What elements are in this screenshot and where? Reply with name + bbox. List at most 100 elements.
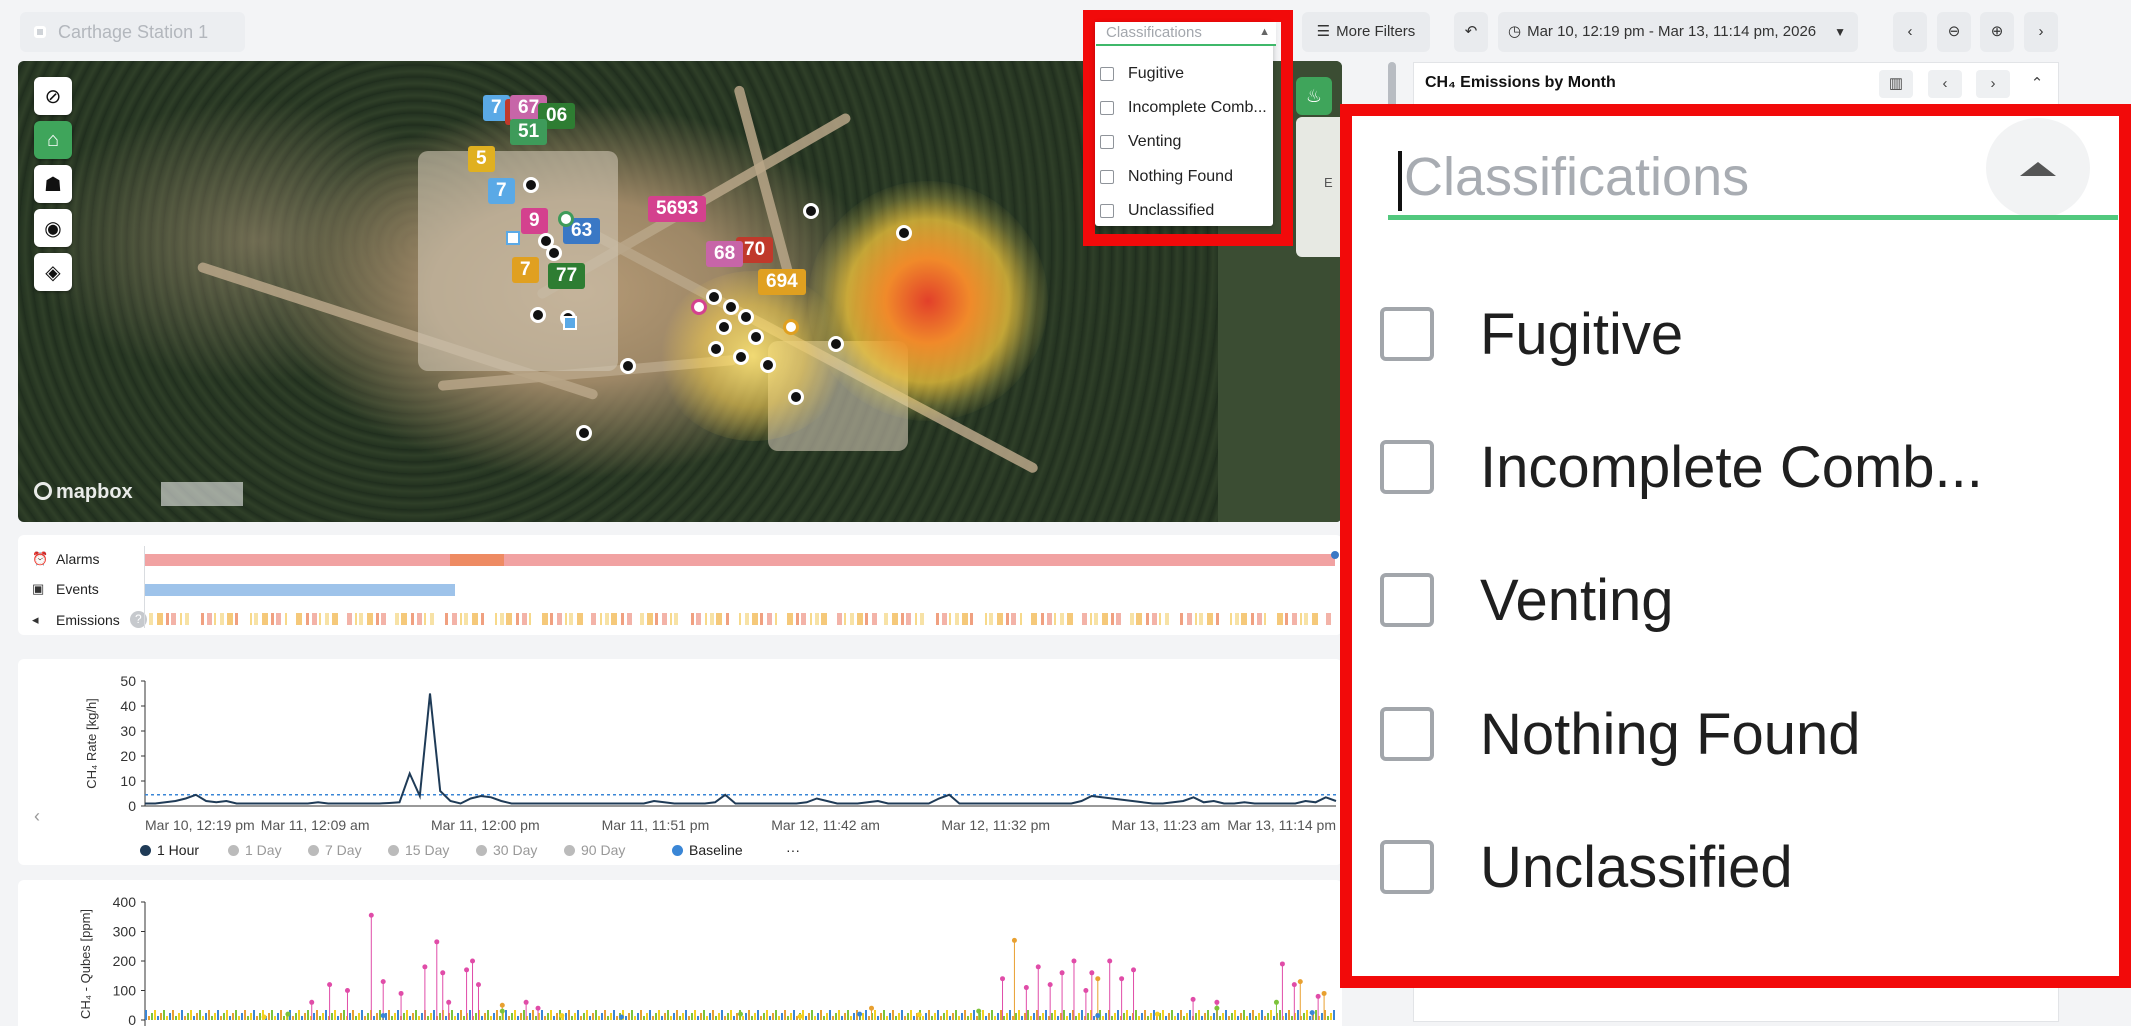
legend-item[interactable]: 1 Hour bbox=[140, 842, 199, 858]
emission-tick[interactable] bbox=[214, 613, 216, 625]
emission-tick[interactable] bbox=[1047, 613, 1052, 625]
ppm-point[interactable] bbox=[1095, 1013, 1101, 1019]
ppm-point[interactable] bbox=[368, 912, 374, 918]
emission-tick[interactable] bbox=[201, 613, 204, 625]
map-tag[interactable]: 5693 bbox=[648, 196, 707, 222]
sensor-marker[interactable] bbox=[723, 299, 739, 315]
bar-chart-button[interactable]: ▥ bbox=[1879, 70, 1913, 98]
emission-tick[interactable] bbox=[1111, 613, 1114, 625]
emission-tick[interactable] bbox=[359, 613, 363, 625]
timeline-cursor[interactable] bbox=[1331, 551, 1339, 559]
prev-range-button[interactable]: ‹ bbox=[1893, 12, 1927, 52]
ppm-point[interactable] bbox=[1095, 976, 1101, 982]
sensor-square-marker[interactable] bbox=[563, 316, 577, 330]
ppm-point[interactable] bbox=[1279, 961, 1285, 967]
ppm-point[interactable] bbox=[1059, 970, 1065, 976]
emission-tick[interactable] bbox=[227, 613, 233, 625]
ppm-point[interactable] bbox=[398, 990, 404, 996]
ppm-point[interactable] bbox=[1315, 993, 1321, 999]
legend-item[interactable]: 15 Day bbox=[388, 842, 449, 858]
emission-tick[interactable] bbox=[647, 613, 653, 625]
checkbox[interactable] bbox=[1100, 135, 1114, 149]
emission-tick[interactable] bbox=[716, 613, 722, 625]
emission-tick[interactable] bbox=[739, 613, 741, 625]
next-range-button[interactable]: › bbox=[2024, 12, 2058, 52]
legend-item[interactable]: 1 Day bbox=[228, 842, 282, 858]
emission-tick[interactable] bbox=[936, 613, 939, 625]
emission-tick[interactable] bbox=[319, 613, 321, 625]
emission-tick[interactable] bbox=[705, 613, 707, 625]
emission-tick[interactable] bbox=[452, 613, 457, 625]
ppm-point[interactable] bbox=[1047, 982, 1053, 988]
emission-tick[interactable] bbox=[1326, 613, 1331, 625]
ppm-point[interactable] bbox=[1214, 999, 1220, 1005]
ppm-point[interactable] bbox=[446, 999, 452, 1005]
ppm-point[interactable] bbox=[380, 979, 386, 985]
emission-tick[interactable] bbox=[1031, 613, 1037, 625]
emission-tick[interactable] bbox=[171, 613, 176, 625]
panel-next-button[interactable]: › bbox=[1976, 70, 2010, 98]
ppm-point[interactable] bbox=[1083, 988, 1089, 993]
sensor-marker[interactable] bbox=[760, 357, 776, 373]
emission-tick[interactable] bbox=[376, 613, 379, 625]
sensor-marker[interactable] bbox=[523, 177, 539, 193]
legend-item[interactable]: 90 Day bbox=[564, 842, 625, 858]
ppm-point[interactable] bbox=[1011, 937, 1017, 943]
ppm-point[interactable] bbox=[309, 999, 315, 1005]
emission-tick[interactable] bbox=[481, 613, 484, 625]
emission-tick[interactable] bbox=[844, 613, 846, 625]
emission-tick[interactable] bbox=[1020, 613, 1022, 625]
ppm-point[interactable] bbox=[1023, 985, 1029, 991]
emission-tick[interactable] bbox=[565, 613, 567, 625]
site-selector-tab[interactable]: Carthage Station 1 bbox=[20, 12, 245, 52]
zoomed-classification-option[interactable]: Venting bbox=[1380, 550, 2120, 650]
emission-tick[interactable] bbox=[355, 613, 357, 625]
ppm-point[interactable] bbox=[499, 1002, 505, 1008]
emission-tick[interactable] bbox=[306, 613, 309, 625]
emission-tick[interactable] bbox=[254, 613, 258, 625]
checkbox[interactable] bbox=[1100, 101, 1114, 115]
map-tag[interactable]: 68 bbox=[706, 241, 744, 267]
zoomed-classification-option[interactable]: Fugitive bbox=[1380, 284, 2120, 384]
emission-tick[interactable] bbox=[726, 613, 729, 625]
emission-tick[interactable] bbox=[821, 613, 827, 625]
plume-toggle-button[interactable]: ♨ bbox=[1296, 77, 1332, 115]
emission-tick[interactable] bbox=[1094, 613, 1098, 625]
more-filters-button[interactable]: ☰ More Filters bbox=[1302, 12, 1430, 52]
emission-tick[interactable] bbox=[1235, 613, 1239, 625]
emission-tick[interactable] bbox=[262, 613, 268, 625]
emission-tick[interactable] bbox=[775, 613, 777, 625]
ppm-point[interactable] bbox=[1154, 1011, 1160, 1017]
zoomed-classification-option[interactable]: Incomplete Comb... bbox=[1380, 417, 2120, 517]
emission-tick[interactable] bbox=[1207, 613, 1213, 625]
ppm-point[interactable] bbox=[738, 1011, 743, 1017]
sensor-marker[interactable] bbox=[576, 425, 592, 441]
map-tag[interactable]: 5 bbox=[468, 146, 495, 172]
emission-tick[interactable] bbox=[955, 613, 959, 625]
zoomed-classifications-input[interactable]: Classifications bbox=[1388, 134, 2118, 220]
ch4-qubes-chart[interactable]: 0 100 200 300 400 CH₄ - Qubes [ppm] bbox=[18, 880, 1342, 1026]
ppm-point[interactable] bbox=[380, 1013, 386, 1019]
emission-tick[interactable] bbox=[1285, 613, 1288, 625]
emission-tick[interactable] bbox=[837, 613, 842, 625]
map-tag[interactable]: 77 bbox=[548, 263, 586, 289]
emission-tick[interactable] bbox=[250, 613, 252, 625]
sensor-marker[interactable] bbox=[530, 307, 546, 323]
emission-tick[interactable] bbox=[627, 613, 632, 625]
sensor-marker[interactable] bbox=[708, 341, 724, 357]
emission-tick[interactable] bbox=[1216, 613, 1219, 625]
emission-tick[interactable] bbox=[745, 613, 749, 625]
emission-tick[interactable] bbox=[569, 613, 573, 625]
ppm-point[interactable] bbox=[440, 970, 446, 976]
ppm-point[interactable] bbox=[475, 982, 481, 988]
emission-tick[interactable] bbox=[1060, 613, 1064, 625]
emission-tick[interactable] bbox=[464, 613, 468, 625]
emission-tick[interactable] bbox=[884, 613, 888, 625]
checkbox[interactable] bbox=[1380, 440, 1434, 494]
emission-tick[interactable] bbox=[185, 613, 189, 625]
emission-tick[interactable] bbox=[312, 613, 317, 625]
ppm-point[interactable] bbox=[422, 964, 428, 970]
emission-tick[interactable] bbox=[1264, 613, 1266, 625]
emission-tick[interactable] bbox=[1130, 613, 1134, 625]
emission-tick[interactable] bbox=[220, 613, 224, 625]
